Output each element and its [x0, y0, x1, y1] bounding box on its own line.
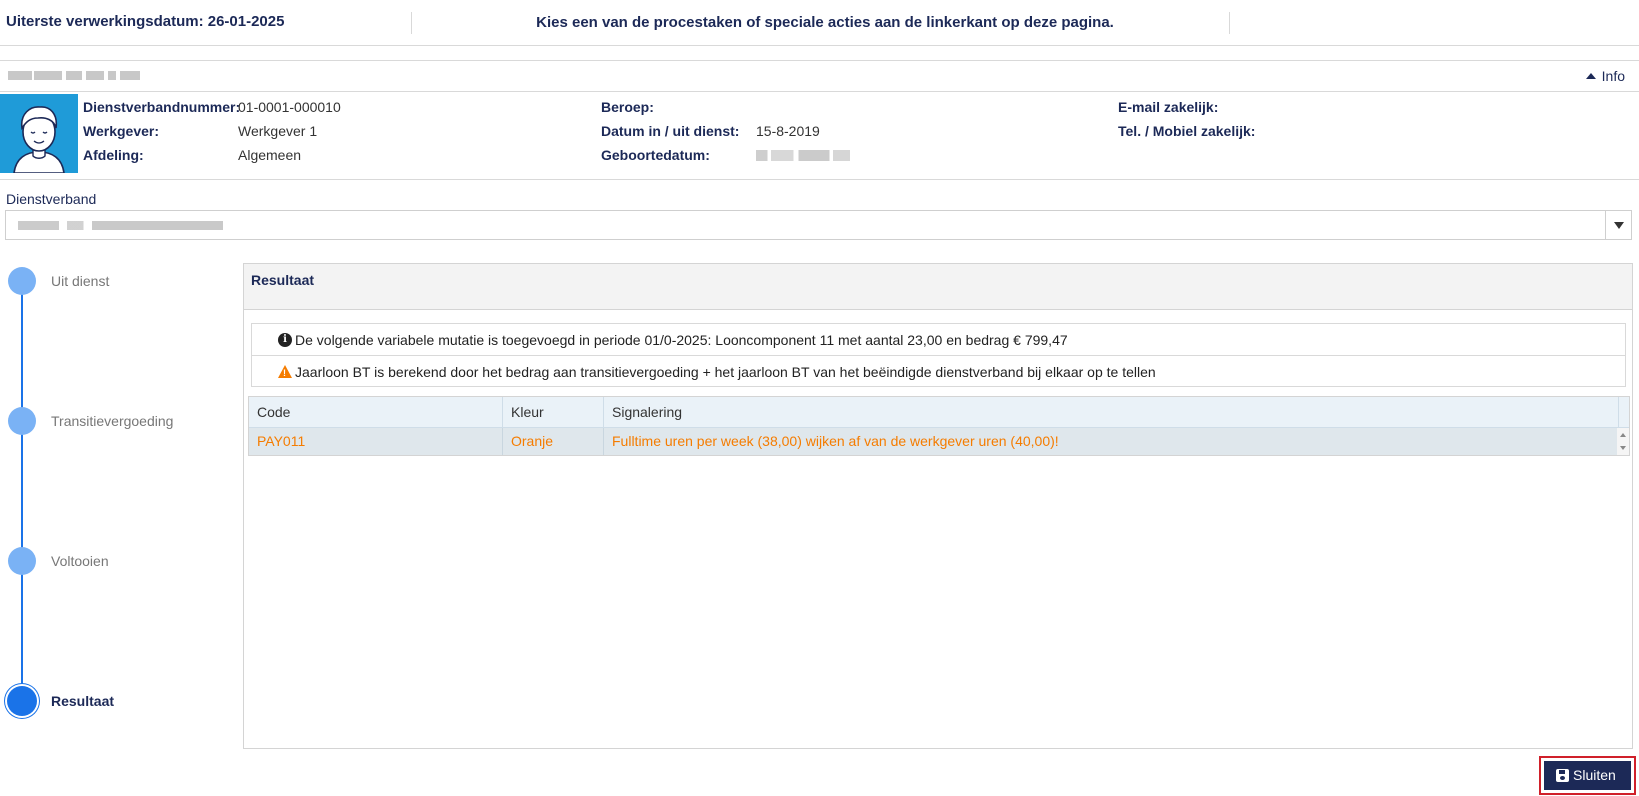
step-dot-voltooien[interactable]: [8, 547, 36, 575]
email-zakelijk-label: E-mail zakelijk:: [1118, 99, 1219, 115]
instruction-message: Kies een van de procestaken of speciale …: [536, 14, 1114, 31]
chevron-down-icon[interactable]: [1605, 211, 1631, 239]
datum-in-uit-dienst-value: 15-8-2019: [756, 123, 820, 139]
user-avatar-icon: [0, 94, 78, 173]
message-warning: ! Jaarloon BT is berekend door het bedra…: [252, 355, 1625, 387]
dienstverband-select[interactable]: [5, 210, 1632, 240]
employee-details: Dienstverbandnummer: 01-0001-000010 Werk…: [0, 92, 1639, 180]
table-header: Code Kleur Signalering: [249, 397, 1629, 428]
afdeling-value: Algemeen: [238, 147, 302, 163]
cell-kleur: Oranje: [503, 428, 604, 455]
step-label-voltooien[interactable]: Voltooien: [51, 553, 109, 569]
message-text: De volgende variabele mutatie is toegevo…: [295, 332, 1068, 348]
beroep-label: Beroep:: [601, 99, 654, 115]
tel-mobiel-zakelijk-label: Tel. / Mobiel zakelijk:: [1118, 123, 1256, 139]
top-bar: Uiterste verwerkingsdatum: 26-01-2025 Ki…: [0, 0, 1639, 46]
dienstverband-label: Dienstverband: [6, 191, 97, 207]
result-panel: Resultaat i De volgende variabele mutati…: [243, 263, 1633, 749]
result-title: Resultaat: [251, 272, 315, 288]
warning-icon: !: [278, 365, 292, 378]
save-disk-icon: [1556, 769, 1569, 782]
step-label-transitievergoeding[interactable]: Transitievergoeding: [51, 413, 173, 429]
caret-up-icon: [1585, 73, 1596, 79]
step-label-uit-dienst[interactable]: Uit dienst: [51, 273, 109, 289]
message-info: i De volgende variabele mutatie is toege…: [252, 324, 1625, 356]
geboortedatum-label: Geboortedatum:: [601, 147, 710, 163]
divider: [1229, 12, 1230, 34]
close-button[interactable]: Sluiten: [1544, 761, 1631, 790]
dienstverbandnummer-label: Dienstverbandnummer:: [83, 99, 241, 115]
step-dot-resultaat[interactable]: [7, 686, 37, 716]
avatar: [0, 94, 78, 173]
datum-in-uit-dienst-label: Datum in / uit dienst:: [601, 123, 740, 139]
table-scrollbar[interactable]: [1617, 428, 1629, 455]
employee-name-redacted: [6, 68, 140, 84]
column-header-signalering[interactable]: Signalering: [604, 397, 1619, 427]
close-button-highlight: Sluiten: [1539, 756, 1636, 795]
step-label-resultaat[interactable]: Resultaat: [51, 693, 114, 709]
geboortedatum-value-redacted: [756, 147, 850, 163]
info-icon: i: [278, 333, 292, 347]
dienstverband-value-redacted: [18, 221, 223, 230]
afdeling-label: Afdeling:: [83, 147, 144, 163]
werkgever-label: Werkgever:: [83, 123, 160, 139]
cell-signalering: Fulltime uren per week (38,00) wijken af…: [604, 428, 1619, 455]
scroll-down-icon[interactable]: [1620, 446, 1626, 450]
scroll-up-icon[interactable]: [1620, 433, 1626, 437]
employee-name-bar: Info: [0, 60, 1639, 92]
message-text: Jaarloon BT is berekend door het bedrag …: [295, 364, 1156, 380]
divider: [411, 12, 412, 34]
column-header-code[interactable]: Code: [249, 397, 503, 427]
dienstverbandnummer-value: 01-0001-000010: [238, 99, 341, 115]
deadline-text: Uiterste verwerkingsdatum: 26-01-2025: [6, 13, 285, 30]
info-toggle-button[interactable]: Info: [1585, 68, 1625, 84]
column-header-kleur[interactable]: Kleur: [503, 397, 604, 427]
step-dot-uit-dienst[interactable]: [8, 267, 36, 295]
signalering-table: Code Kleur Signalering PAY011 Oranje Ful…: [248, 396, 1630, 456]
table-row[interactable]: PAY011 Oranje Fulltime uren per week (38…: [249, 428, 1629, 455]
info-toggle-label: Info: [1601, 68, 1625, 84]
step-dot-transitievergoeding[interactable]: [8, 407, 36, 435]
close-button-label: Sluiten: [1573, 767, 1616, 783]
stepper-line: [21, 281, 23, 701]
werkgever-value: Werkgever 1: [238, 123, 318, 139]
cell-code: PAY011: [249, 428, 503, 455]
result-panel-header: Resultaat: [244, 264, 1632, 310]
message-list: i De volgende variabele mutatie is toege…: [251, 323, 1626, 387]
